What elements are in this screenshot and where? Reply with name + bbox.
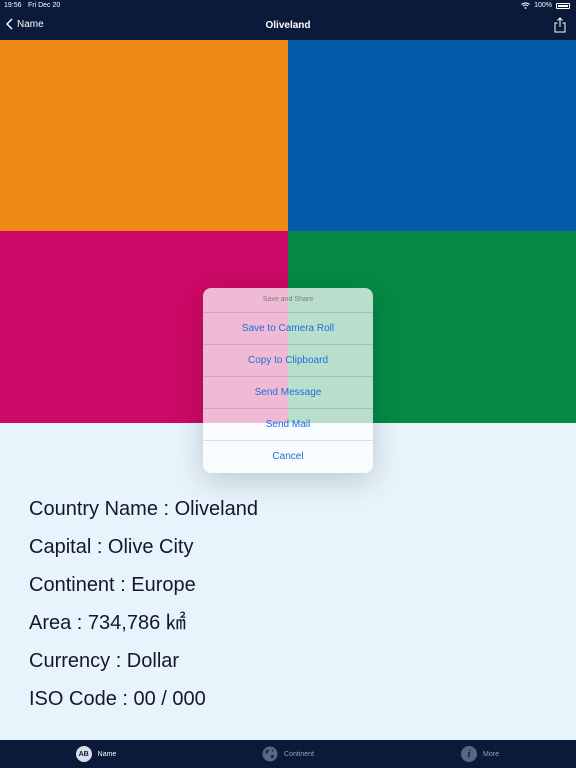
share-sheet: Save and Share Save to Camera Roll Copy … [203, 288, 373, 473]
capital-text: Capital : Olive City [29, 536, 194, 558]
status-date: Fri Dec 20 [28, 2, 61, 9]
tab-bar: AB Name Continent i More [0, 740, 576, 768]
save-to-camera-roll-button[interactable]: Save to Camera Roll [203, 312, 373, 344]
copy-to-clipboard-button[interactable]: Copy to Clipboard [203, 344, 373, 376]
tab-name-label: Name [97, 750, 117, 758]
send-message-button[interactable]: Send Message [203, 376, 373, 408]
share-icon[interactable] [554, 17, 566, 33]
status-time: 19:56 [4, 2, 22, 9]
tab-more-label: More [483, 750, 499, 758]
iso-code-text: ISO Code : 00 / 000 [29, 688, 206, 710]
navigation-bar: Name Oliveland [0, 12, 576, 40]
send-mail-button[interactable]: Send Mail [203, 408, 373, 440]
currency-text: Currency : Dollar [29, 650, 180, 672]
cancel-button[interactable]: Cancel [203, 440, 373, 472]
battery-percent: 100% [534, 2, 552, 9]
info-icon: i [461, 746, 478, 762]
globe-icon [262, 746, 278, 762]
tab-name[interactable]: AB Name [0, 740, 192, 768]
wifi-icon [521, 2, 530, 9]
continent-text: Continent : Europe [29, 574, 196, 596]
tab-more[interactable]: i More [384, 740, 576, 768]
country-name-text: Country Name : Oliveland [29, 498, 258, 520]
flag-quadrant-top-right [288, 40, 576, 231]
battery-icon [556, 2, 570, 9]
flag-quadrant-top-left [0, 40, 288, 231]
status-bar: 19:56 Fri Dec 20 100% [0, 0, 576, 12]
name-icon: AB [75, 746, 92, 762]
page-title: Oliveland [265, 20, 311, 31]
area-text: Area : 734,786 ㎢ [29, 612, 186, 634]
share-sheet-title: Save and Share [262, 296, 314, 303]
tab-continent-label: Continent [284, 750, 314, 758]
tab-continent[interactable]: Continent [192, 740, 384, 768]
status-right: 100% [521, 2, 570, 9]
country-info: Country Name : Oliveland Capital : Olive… [29, 496, 258, 724]
